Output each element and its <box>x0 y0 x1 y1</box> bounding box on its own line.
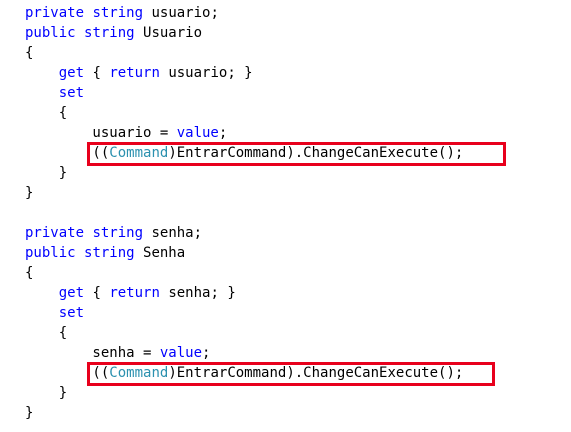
code-keyword: string <box>84 25 135 41</box>
code-keyword: public <box>25 25 76 41</box>
code-line: { <box>25 43 463 63</box>
code-text: } <box>25 165 68 181</box>
code-text: senha; <box>143 225 203 241</box>
code-keyword: private <box>25 225 85 241</box>
code-keyword: set <box>58 305 85 321</box>
code-text: { <box>25 45 34 61</box>
code-keyword: string <box>92 225 144 241</box>
code-line: { <box>25 263 463 283</box>
code-text: usuario; } <box>159 65 253 81</box>
code-text: ; <box>218 125 228 141</box>
code-text: } <box>25 185 34 201</box>
code-text: { <box>25 105 68 121</box>
code-line: { <box>25 103 463 123</box>
code-line: set <box>25 303 463 323</box>
code-text: } <box>25 385 68 401</box>
code-text: { <box>84 65 110 81</box>
code-line: get { return usuario; } <box>25 63 463 83</box>
code-line: } <box>25 183 463 203</box>
code-line: } <box>25 383 463 403</box>
code-line: { <box>25 323 463 343</box>
code-line: } <box>25 163 463 183</box>
code-keyword: set <box>58 85 85 101</box>
code-text: usuario; <box>143 5 219 21</box>
code-keyword: return <box>109 65 160 81</box>
code-line: usuario = value; <box>25 123 463 143</box>
code-keyword: value <box>159 345 203 361</box>
code-text: Usuario <box>134 25 203 41</box>
code-line: } <box>25 403 463 423</box>
code-text: senha = <box>25 345 160 361</box>
code-text: ; <box>202 345 211 361</box>
code-line: public string Senha <box>25 243 463 263</box>
highlight-box-senha-changecanexecute <box>87 362 495 386</box>
code-keyword: get <box>58 285 85 301</box>
code-text: { <box>25 325 68 341</box>
code-text: usuario = <box>25 125 177 141</box>
code-line: senha = value; <box>25 343 463 363</box>
code-keyword: public <box>25 245 76 261</box>
code-line: private string senha; <box>25 223 463 243</box>
code-editor: private string usuario; public string Usu… <box>25 3 463 423</box>
code-keyword: string <box>92 5 144 21</box>
code-keyword: string <box>84 245 135 261</box>
code-text: Senha <box>134 245 186 261</box>
highlight-box-usuario-changecanexecute <box>87 142 506 166</box>
code-line: set <box>25 83 463 103</box>
code-keyword: private <box>25 5 85 21</box>
code-line: public string Usuario <box>25 23 463 43</box>
code-text: { <box>84 285 110 301</box>
code-text: { <box>25 265 34 281</box>
code-keyword: get <box>58 65 85 81</box>
code-keyword: return <box>109 285 160 301</box>
code-line: get { return senha; } <box>25 283 463 303</box>
code-text: } <box>25 405 34 421</box>
code-text: senha; } <box>159 285 236 301</box>
code-keyword: value <box>176 125 219 141</box>
code-line: private string usuario; <box>25 3 463 23</box>
